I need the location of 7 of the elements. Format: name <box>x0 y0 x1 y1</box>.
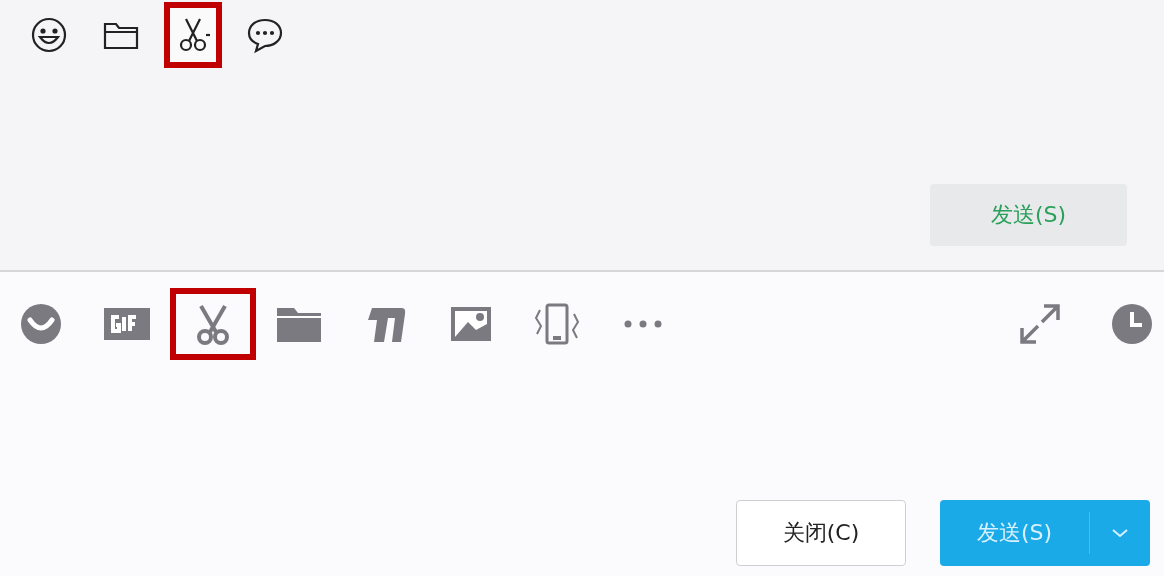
chevron-down-icon <box>1110 527 1130 539</box>
phone-shake-icon[interactable] <box>532 302 582 346</box>
clock-icon[interactable] <box>1110 302 1154 346</box>
send-button[interactable]: 发送(S) <box>930 184 1127 246</box>
close-button[interactable]: 关闭(C) <box>736 500 906 566</box>
expand-icon[interactable] <box>1018 302 1062 346</box>
smiley-icon[interactable] <box>29 15 69 55</box>
